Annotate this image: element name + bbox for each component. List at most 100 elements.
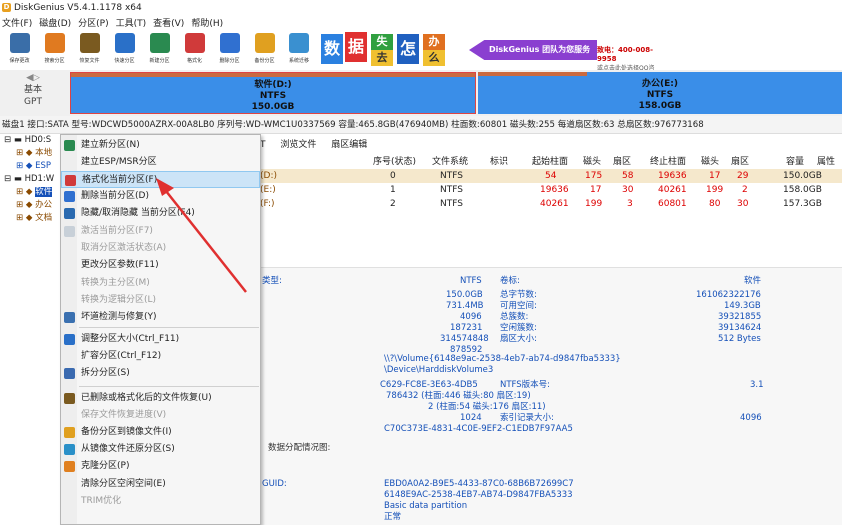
partition-block-d[interactable]: 软件(D:) NTFS 150.0GB (70, 72, 476, 114)
toolbar-button-quick-partition[interactable]: 快速分区 (107, 30, 142, 70)
banner-char: 数 (321, 34, 343, 64)
menu-partition[interactable]: 分区(P) (78, 16, 108, 29)
toolbar-button-save[interactable]: 保存更改 (2, 30, 37, 70)
context-menu-item: 保存文件恢复进度(V) (61, 407, 260, 424)
partition-size: 150.0GB (251, 102, 295, 112)
context-menu-item[interactable]: 坏道检测与修复(Y) (61, 309, 260, 326)
toolbar-button-new-partition[interactable]: 新建分区 (142, 30, 177, 70)
toolbar-label: 备份分区 (254, 58, 275, 64)
row-index: 1 (390, 185, 396, 195)
col-header: 起始柱面 (532, 157, 569, 167)
row-name: (F:) (260, 199, 275, 209)
toolbar-label: 恢复文件 (79, 58, 100, 64)
partition-fs: NTFS (646, 90, 674, 100)
detail-device-path: \Device\HarddiskVolume3 (384, 365, 494, 375)
service-banner[interactable]: 数 据 失 去 怎 办 么 DiskGenius 团队为您服务 致电：400-0… (317, 30, 657, 81)
detail-value: 731.4MB (446, 301, 484, 311)
toolbar-label: 新建分区 (149, 58, 170, 64)
disk-nav-arrows-icon[interactable]: ◀▷ (8, 72, 58, 84)
tab-browse-files[interactable]: 浏览文件 (280, 140, 316, 150)
partition-block-e[interactable]: 办公(E:) NTFS 158.0GB (478, 72, 842, 114)
context-menu-label: 格式化当前分区(F) (82, 175, 158, 185)
table-row[interactable]: (E:) 1 NTFS 19636 17 30 40261 199 2 158.… (260, 183, 842, 197)
quick-partition-icon (114, 33, 135, 53)
row-fs: NTFS (440, 199, 463, 209)
tree-item-hd1[interactable]: ⊟ ▬ HD1:W (0, 173, 66, 186)
col-header: 扇区 (731, 157, 750, 167)
detail-value: 软件 (744, 276, 762, 286)
row-end-cyl: 19636 (658, 171, 687, 181)
toolbar-label: 搜索分区 (44, 58, 65, 64)
menu-help[interactable]: 帮助(H) (191, 16, 223, 29)
toolbar-button-delete[interactable]: 删除分区 (212, 30, 247, 70)
toolbar-button-migrate[interactable]: 系统迁移 (282, 30, 316, 70)
context-menu-item[interactable]: 调整分区大小(Ctrl_F11) (61, 331, 260, 348)
toolbar-button-backup[interactable]: 备份分区 (247, 30, 282, 70)
context-menu-item[interactable]: 备份分区到镜像文件(I) (61, 424, 260, 441)
detail-label: 空闲簇数: (500, 323, 537, 333)
toolbar-button-search[interactable]: 搜索分区 (37, 30, 72, 70)
table-row[interactable]: (F:) 2 NTFS 40261 199 3 60801 80 30 157.… (260, 197, 842, 211)
table-header: 序号(状态) 文件系统 标识 起始柱面 磁头 扇区 终止柱面 磁头 扇区 容量 … (260, 155, 842, 169)
toolbar-button-recover[interactable]: 恢复文件 (72, 30, 107, 70)
col-header: 终止柱面 (650, 157, 687, 167)
tree-item-local[interactable]: ⊞ ◆ 本地 (0, 147, 66, 160)
partition-name: 办公(E:) (642, 79, 678, 89)
context-menu-item[interactable]: 克隆分区(P) (61, 458, 260, 475)
menu-tools[interactable]: 工具(T) (116, 16, 147, 29)
context-menu-label: 转换为逻辑分区(L) (81, 295, 157, 305)
col-header: 序号(状态) (373, 157, 417, 167)
context-menu-item[interactable]: 清除分区空闲空间(E) (61, 476, 260, 493)
context-menu-item[interactable]: 扩容分区(Ctrl_F12) (61, 348, 260, 365)
banner-char: 去 (371, 50, 393, 66)
detail-value: 4096 (740, 413, 762, 423)
context-menu-item[interactable]: 建立新分区(N) (61, 137, 260, 154)
detail-part-name: Basic data partition (384, 501, 468, 511)
menu-view[interactable]: 查看(V) (153, 16, 184, 29)
context-menu-item[interactable]: 隐藏/取消隐藏 当前分区(F4) (61, 205, 260, 222)
toolbar-label: 删除分区 (219, 58, 240, 64)
restore-icon (64, 444, 75, 455)
context-menu-item: 取消分区激活状态(A) (61, 240, 260, 257)
disk-info-bar: 磁盘1 接口:SATA 型号:WDCWD5000AZRX-00A8LB0 序列号… (0, 116, 842, 134)
detail-label: 总字节数: (500, 290, 537, 300)
context-menu-item[interactable]: 格式化当前分区(F) (61, 171, 260, 188)
row-end-cyl: 40261 (658, 185, 687, 195)
detail-part-guid: 6148E9AC-2538-4EB7-AB74-D9847FBA5333 (384, 490, 573, 500)
partition-size: 158.0GB (638, 101, 682, 111)
row-start-sector: 58 (622, 171, 634, 181)
row-start-head: 17 (590, 185, 602, 195)
new-partition-icon (149, 33, 170, 53)
table-row[interactable]: (D:) 0 NTFS 54 175 58 19636 17 29 150.0G… (260, 169, 842, 183)
detail-value: NTFS (460, 276, 482, 286)
row-end-head: 199 (706, 185, 724, 195)
context-menu-label: 备份分区到镜像文件(I) (81, 427, 172, 437)
banner-char: 怎 (397, 34, 419, 64)
context-menu-item[interactable]: 从镜像文件还原分区(S) (61, 441, 260, 458)
tab-sector-edit[interactable]: 扇区编辑 (331, 140, 367, 150)
context-menu-item[interactable]: 已删除或格式化后的文件恢复(U) (61, 390, 260, 407)
context-menu-item[interactable]: 删除当前分区(D) (61, 188, 260, 205)
banner-service-text: DiskGenius 团队为您服务 (469, 40, 597, 60)
toolbar-label: 系统迁移 (288, 58, 309, 64)
tree-item-office[interactable]: ⊞ ◆ 办公 (0, 199, 66, 212)
toolbar-button-format[interactable]: 格式化 (177, 30, 212, 70)
context-menu-item[interactable]: 建立ESP/MSR分区 (61, 154, 260, 171)
tree-item-hd0[interactable]: ⊟ ▬ HD0:S (0, 134, 66, 147)
menu-disk[interactable]: 磁盘(D) (39, 16, 71, 29)
row-start-head: 199 (585, 199, 603, 209)
backup-icon (254, 33, 275, 53)
context-menu-label: 坏道检测与修复(Y) (81, 312, 157, 322)
disk-map: ◀▷ 基本 GPT 软件(D:) NTFS 150.0GB 办公(E:) NTF… (0, 70, 842, 116)
tree-item-esp[interactable]: ⊞ ◆ ESP (0, 160, 66, 173)
context-menu-item[interactable]: 拆分分区(S) (61, 365, 260, 382)
menu-file[interactable]: 文件(F) (2, 16, 32, 29)
detail-value: 314574848 (440, 334, 489, 344)
tree-item-docs[interactable]: ⊞ ◆ 文档 (0, 212, 66, 225)
context-menu-item[interactable]: 更改分区参数(F11) (61, 257, 260, 274)
partition-table: 序号(状态) 文件系统 标识 起始柱面 磁头 扇区 终止柱面 磁头 扇区 容量 … (260, 155, 842, 211)
detail-label: 索引记录大小: (500, 413, 554, 423)
split-icon (64, 368, 75, 379)
tree-item-software[interactable]: ⊞ ◆ 软件 (0, 186, 66, 199)
partition-usage-bar (478, 72, 588, 76)
